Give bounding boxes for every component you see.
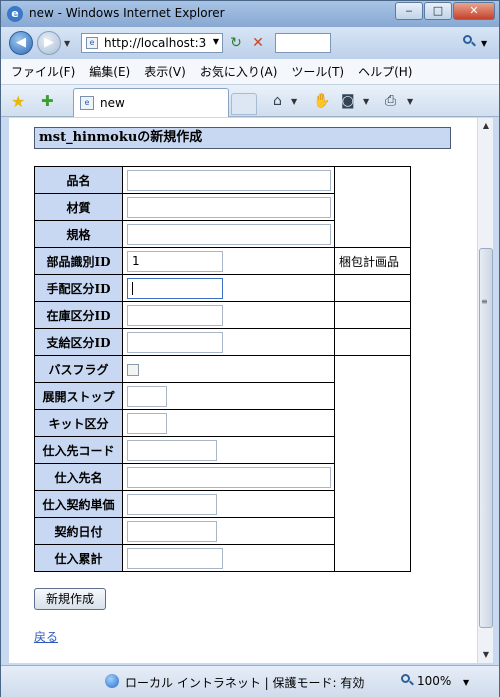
- table-row: バスフラグ: [34, 355, 411, 572]
- vertical-scrollbar[interactable]: ▲ ≡ ▼: [477, 118, 493, 663]
- menu-tools[interactable]: ツール(T): [291, 63, 344, 80]
- menu-help[interactable]: ヘルプ(H): [358, 63, 412, 80]
- tab-label: new: [100, 96, 125, 110]
- shiiresaki-mei-input[interactable]: [127, 466, 331, 488]
- field-label: 支給区分ID: [34, 328, 123, 356]
- minimize-button[interactable]: ‒: [395, 2, 423, 20]
- kikaku-input[interactable]: [127, 223, 331, 245]
- menu-file[interactable]: ファイル(F): [11, 63, 75, 80]
- table-row: 支給区分ID: [34, 328, 411, 356]
- search-dropdown[interactable]: ▼: [481, 39, 487, 48]
- menu-edit[interactable]: 編集(E): [89, 63, 130, 80]
- new-tab-button[interactable]: [231, 93, 257, 115]
- home-dropdown[interactable]: ▼: [291, 97, 297, 106]
- stop-icon[interactable]: ✕: [249, 34, 267, 52]
- zoom-level[interactable]: 100%: [417, 674, 451, 688]
- field-label: 品名: [34, 166, 123, 194]
- buhin-id-note: 梱包計画品: [334, 247, 411, 275]
- scroll-grip-icon: ≡: [481, 297, 488, 306]
- feeds-dropdown[interactable]: ▼: [363, 97, 369, 106]
- zoom-dropdown[interactable]: ▼: [463, 678, 469, 687]
- back-link[interactable]: 戻る: [34, 628, 58, 645]
- field-label: 在庫区分ID: [34, 301, 123, 329]
- field-label: 仕入先名: [34, 463, 123, 491]
- favorites-star-icon[interactable]: ★: [11, 92, 25, 111]
- address-text: http://localhost:3: [104, 36, 207, 50]
- shikyu-id-input[interactable]: [127, 331, 223, 353]
- shiire-ruikei-input[interactable]: [127, 547, 223, 569]
- zaishitsu-input[interactable]: [127, 196, 331, 218]
- print-icon[interactable]: ⎙: [385, 93, 396, 109]
- table-row: 手配区分ID: [34, 274, 411, 302]
- tenkai-stop-input[interactable]: [127, 385, 167, 407]
- address-bar[interactable]: e http://localhost:3 ▼: [81, 33, 223, 53]
- feeds-icon[interactable]: ◙: [341, 93, 355, 109]
- zaiko-id-input[interactable]: [127, 304, 223, 326]
- title-bar: e new - Windows Internet Explorer ‒ □ ✕: [1, 1, 499, 27]
- text-caret: [132, 281, 133, 295]
- back-button[interactable]: ◀: [9, 31, 33, 55]
- menu-view[interactable]: 表示(V): [144, 63, 186, 80]
- field-label: 展開ストップ: [34, 382, 123, 410]
- address-dropdown[interactable]: ▼: [213, 37, 219, 46]
- field-label: 仕入先コード: [34, 436, 123, 464]
- shiiresaki-code-input[interactable]: [127, 439, 217, 461]
- scroll-down-arrow-icon[interactable]: ▼: [478, 647, 494, 663]
- keiyaku-tanka-input[interactable]: [127, 493, 217, 515]
- page-title: mst_hinmokuの新規作成: [34, 127, 451, 149]
- page-icon: e: [86, 37, 98, 49]
- create-button[interactable]: 新規作成: [34, 588, 106, 610]
- zoom-icon[interactable]: [401, 674, 415, 688]
- menu-bar: ファイル(F) 編集(E) 表示(V) お気に入り(A) ツール(T) ヘルプ(…: [1, 59, 499, 85]
- field-label: キット区分: [34, 409, 123, 437]
- recent-pages-dropdown[interactable]: ▼: [64, 39, 70, 48]
- form-table: 品名 材質 規格 部品識別ID 1 梱包計画品 手配区分ID 在庫区分ID 支給…: [34, 166, 411, 572]
- intranet-globe-icon: [105, 674, 119, 688]
- table-row: 品名: [34, 166, 411, 248]
- table-row: 部品識別ID 1 梱包計画品: [34, 247, 411, 275]
- address-row: ◀ ▶ ▼ e http://localhost:3 ▼ ↻ ✕ ▼: [1, 27, 499, 59]
- window-title: new - Windows Internet Explorer: [29, 6, 225, 20]
- field-label: 仕入契約単価: [34, 490, 123, 518]
- search-icon[interactable]: [463, 35, 477, 49]
- field-label: バスフラグ: [34, 355, 123, 383]
- bus-flag-checkbox[interactable]: [127, 363, 139, 376]
- status-bar: ローカル イントラネット | 保護モード: 有効 100% ▼: [1, 665, 499, 697]
- window-controls: ‒ □ ✕: [395, 2, 495, 20]
- search-input[interactable]: [275, 33, 331, 53]
- refresh-icon[interactable]: ↻: [227, 34, 245, 52]
- hand-icon[interactable]: ✋: [313, 93, 330, 109]
- kit-kubun-input[interactable]: [127, 412, 167, 434]
- tab-page-icon: e: [80, 96, 94, 110]
- field-label: 契約日付: [34, 517, 123, 545]
- scroll-up-arrow-icon[interactable]: ▲: [478, 118, 494, 134]
- page-content: mst_hinmokuの新規作成 品名 材質 規格 部品識別ID 1 梱包計画品: [9, 118, 477, 663]
- ie-logo-icon: e: [7, 6, 23, 22]
- field-label: 手配区分ID: [34, 274, 123, 302]
- field-label: 部品識別ID: [34, 247, 123, 275]
- home-icon[interactable]: ⌂: [273, 93, 282, 109]
- menu-favorites[interactable]: お気に入り(A): [200, 63, 278, 80]
- close-button[interactable]: ✕: [453, 2, 495, 20]
- buhin-id-input[interactable]: 1: [127, 250, 223, 272]
- field-label: 規格: [34, 220, 123, 248]
- maximize-button[interactable]: □: [424, 2, 452, 20]
- security-zone-text: ローカル イントラネット | 保護モード: 有効: [125, 676, 365, 690]
- tehai-id-input[interactable]: [127, 277, 223, 299]
- print-dropdown[interactable]: ▼: [407, 97, 413, 106]
- add-favorite-icon[interactable]: ✚: [41, 92, 54, 110]
- tab-new[interactable]: e new: [73, 88, 229, 117]
- forward-button[interactable]: ▶: [37, 31, 61, 55]
- field-label: 仕入累計: [34, 544, 123, 572]
- hinmei-input[interactable]: [127, 169, 331, 191]
- command-bar: ★ ✚ e new ⌂ ▼ ✋ ◙ ▼ ⎙ ▼: [1, 85, 499, 117]
- keiyaku-hiduke-input[interactable]: [127, 520, 217, 542]
- table-row: 在庫区分ID: [34, 301, 411, 329]
- browser-window: e new - Windows Internet Explorer ‒ □ ✕ …: [0, 0, 500, 697]
- field-label: 材質: [34, 193, 123, 221]
